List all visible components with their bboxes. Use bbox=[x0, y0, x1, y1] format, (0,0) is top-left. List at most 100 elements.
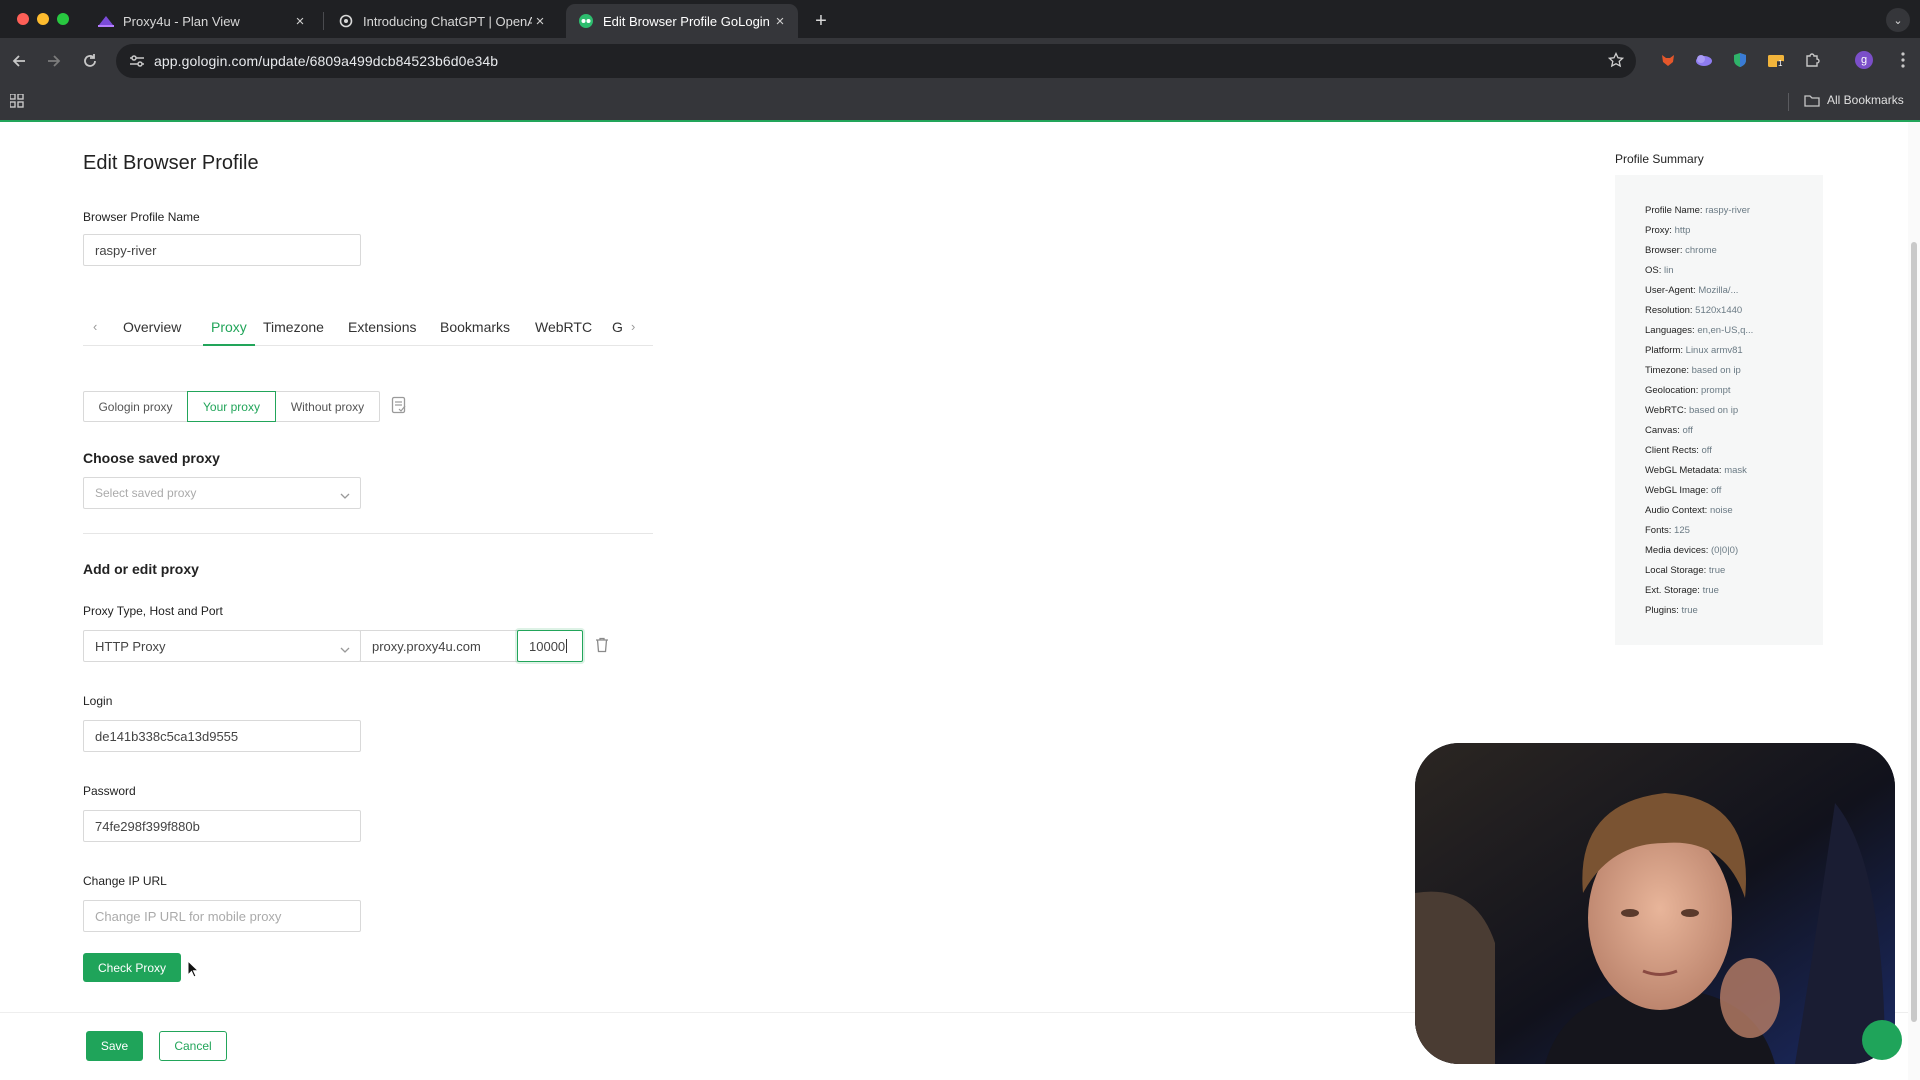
window-maximize-button[interactable] bbox=[57, 13, 69, 25]
your-proxy-option[interactable]: Your proxy bbox=[187, 391, 276, 422]
reload-icon[interactable] bbox=[78, 49, 102, 73]
summary-key: OS: bbox=[1645, 265, 1662, 276]
profile-initial: g bbox=[1860, 54, 1868, 66]
page-scrollbar-track bbox=[1908, 122, 1920, 1080]
chrome-menu-icon[interactable] bbox=[1893, 50, 1913, 70]
change-ip-placeholder: Change IP URL for mobile proxy bbox=[95, 908, 282, 924]
summary-value: prompt bbox=[1700, 385, 1731, 396]
new-tab-icon[interactable]: + bbox=[808, 8, 834, 34]
summary-value: based on ip bbox=[1691, 365, 1741, 376]
login-input[interactable]: de141b338c5ca13d9555 bbox=[83, 720, 361, 752]
choose-saved-proxy-heading: Choose saved proxy bbox=[83, 450, 220, 466]
apps-grid-icon[interactable] bbox=[9, 93, 24, 113]
check-proxy-button[interactable]: Check Proxy bbox=[83, 953, 181, 982]
proxy-host-input[interactable]: proxy.proxy4u.com bbox=[360, 630, 518, 662]
gologin-logo-icon bbox=[578, 13, 594, 29]
tab-timezone[interactable]: Timezone bbox=[263, 316, 324, 346]
paste-proxy-icon[interactable] bbox=[391, 396, 407, 419]
summary-row: Client Rects: off bbox=[1645, 445, 1712, 456]
profile-avatar[interactable]: g bbox=[1855, 51, 1873, 69]
change-ip-url-input[interactable]: Change IP URL for mobile proxy bbox=[83, 900, 361, 932]
summary-key: User-Agent: bbox=[1645, 285, 1696, 296]
extension-folder-icon[interactable]: 1 bbox=[1766, 50, 1786, 70]
summary-row: Media devices: (0|0|0) bbox=[1645, 545, 1738, 556]
back-arrow-icon[interactable] bbox=[7, 49, 31, 73]
section-divider bbox=[83, 533, 653, 534]
proxy-host-value: proxy.proxy4u.com bbox=[372, 638, 481, 654]
summary-value: off bbox=[1682, 425, 1693, 436]
site-settings-icon[interactable] bbox=[129, 54, 145, 73]
tab-g[interactable]: G bbox=[612, 316, 623, 346]
proxy-type-value: HTTP Proxy bbox=[95, 638, 166, 654]
tab-webrtc[interactable]: WebRTC bbox=[535, 316, 592, 346]
summary-row: Canvas: off bbox=[1645, 425, 1693, 436]
browser-tab-strip: Proxy4u - Plan View × Introducing ChatGP… bbox=[0, 0, 1920, 38]
summary-key: Timezone: bbox=[1645, 365, 1689, 376]
bookmark-star-icon[interactable] bbox=[1607, 51, 1625, 73]
browser-tab[interactable]: Proxy4u - Plan View × bbox=[86, 4, 318, 38]
change-ip-label: Change IP URL bbox=[83, 874, 167, 888]
tab-extensions[interactable]: Extensions bbox=[348, 316, 416, 346]
tab-close-icon[interactable]: × bbox=[292, 13, 308, 30]
summary-row: Resolution: 5120x1440 bbox=[1645, 305, 1742, 316]
cancel-button[interactable]: Cancel bbox=[159, 1031, 227, 1061]
summary-value: Mozilla/... bbox=[1698, 285, 1739, 296]
summary-row: User-Agent: Mozilla/... bbox=[1645, 285, 1738, 296]
proxy-port-input[interactable]: 10000 bbox=[517, 630, 583, 662]
profile-name-value: raspy-river bbox=[95, 242, 157, 258]
page-scrollbar-thumb[interactable] bbox=[1911, 242, 1917, 1022]
delete-trash-icon[interactable] bbox=[595, 637, 609, 658]
browser-tab[interactable]: Introducing ChatGPT | OpenA × bbox=[326, 4, 558, 38]
summary-row: Local Storage: true bbox=[1645, 565, 1725, 576]
support-chat-button[interactable] bbox=[1862, 1020, 1902, 1060]
tab-separator bbox=[323, 12, 324, 30]
summary-key: Client Rects: bbox=[1645, 445, 1699, 456]
window-minimize-button[interactable] bbox=[37, 13, 49, 25]
summary-value: true bbox=[1708, 565, 1726, 576]
summary-row: Browser: chrome bbox=[1645, 245, 1717, 256]
extension-shield-icon[interactable] bbox=[1730, 50, 1750, 70]
saved-proxy-select[interactable]: Select saved proxy bbox=[83, 477, 361, 509]
summary-row: WebGL Image: off bbox=[1645, 485, 1721, 496]
gologin-proxy-option[interactable]: Gologin proxy bbox=[83, 391, 188, 422]
browser-tab-active[interactable]: Edit Browser Profile GoLogin × bbox=[566, 4, 798, 38]
summary-row: Audio Context: noise bbox=[1645, 505, 1733, 516]
tab-proxy[interactable]: Proxy bbox=[203, 316, 255, 346]
tab-bookmarks[interactable]: Bookmarks bbox=[440, 316, 510, 346]
password-label: Password bbox=[83, 784, 136, 798]
summary-row: Languages: en,en-US,q... bbox=[1645, 325, 1753, 336]
all-bookmarks-label: All Bookmarks bbox=[1827, 93, 1904, 107]
extension-fox-icon[interactable] bbox=[1658, 50, 1678, 70]
proxy-type-select[interactable]: HTTP Proxy bbox=[83, 630, 361, 662]
without-proxy-option[interactable]: Without proxy bbox=[275, 391, 380, 422]
tabs-scroll-left-icon[interactable]: ‹ bbox=[93, 316, 97, 346]
summary-value: based on ip bbox=[1689, 405, 1739, 416]
save-button[interactable]: Save bbox=[86, 1031, 143, 1061]
window-close-button[interactable] bbox=[17, 13, 29, 25]
text-cursor bbox=[566, 639, 568, 653]
tab-title: Proxy4u - Plan View bbox=[123, 13, 240, 29]
summary-key: WebRTC: bbox=[1645, 405, 1687, 416]
summary-key: Proxy: bbox=[1645, 225, 1672, 236]
tab-overview[interactable]: Overview bbox=[123, 316, 181, 346]
extension-cloud-icon[interactable] bbox=[1694, 50, 1714, 70]
tab-title: Edit Browser Profile GoLogin bbox=[603, 13, 770, 29]
extensions-puzzle-icon[interactable] bbox=[1802, 50, 1822, 70]
tab-close-icon[interactable]: × bbox=[772, 13, 788, 30]
all-bookmarks-button[interactable]: All Bookmarks bbox=[1804, 93, 1904, 107]
tab-close-icon[interactable]: × bbox=[532, 13, 548, 30]
page-load-accent-line bbox=[0, 120, 1920, 122]
forward-arrow-icon[interactable] bbox=[42, 49, 66, 73]
tab-search-chevron-icon[interactable]: ⌄ bbox=[1886, 8, 1910, 32]
summary-key: Plugins: bbox=[1645, 605, 1679, 616]
profile-name-input[interactable]: raspy-river bbox=[83, 234, 361, 266]
summary-key: Resolution: bbox=[1645, 305, 1693, 316]
password-input[interactable]: 74fe298f399f880b bbox=[83, 810, 361, 842]
summary-row: Fonts: 125 bbox=[1645, 525, 1690, 536]
summary-key: Local Storage: bbox=[1645, 565, 1707, 576]
url-text: app.gologin.com/update/6809a499dcb84523b… bbox=[154, 53, 499, 69]
saved-proxy-placeholder: Select saved proxy bbox=[95, 486, 197, 500]
address-bar[interactable]: app.gologin.com/update/6809a499dcb84523b… bbox=[116, 44, 1636, 78]
summary-value: noise bbox=[1709, 505, 1733, 516]
tabs-scroll-right-icon[interactable]: › bbox=[631, 316, 635, 346]
